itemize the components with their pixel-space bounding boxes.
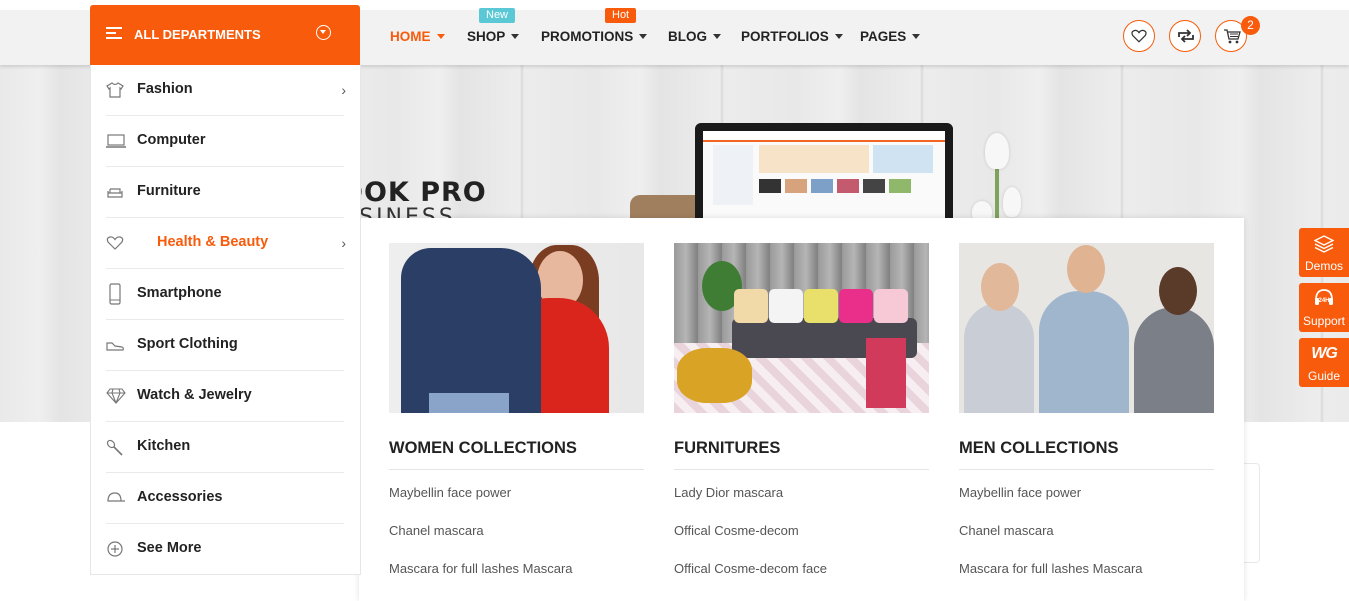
- hot-badge: Hot: [605, 8, 637, 23]
- side-label: Guide: [1307, 369, 1341, 383]
- diamond-icon: [106, 388, 126, 404]
- dept-item-accessories[interactable]: Accessories: [106, 473, 344, 524]
- laptop-image: [695, 123, 953, 218]
- nav-label: PORTFOLIOS: [741, 29, 829, 44]
- sofa-icon: [106, 184, 124, 200]
- hero-title: OOK PRO: [340, 177, 487, 208]
- tulip-image: [985, 133, 1009, 169]
- departments-list: Fashion › Computer Furniture Health & Be…: [90, 65, 361, 575]
- women-collection-image[interactable]: [389, 243, 644, 413]
- mega-link[interactable]: Chanel mascara: [959, 523, 1214, 546]
- wishlist-button[interactable]: [1123, 20, 1155, 52]
- mega-link[interactable]: Maybellin face power: [389, 485, 644, 508]
- dept-item-kitchen[interactable]: Kitchen: [106, 422, 344, 473]
- smartphone-icon: [106, 283, 124, 305]
- mega-menu-health-beauty: WOMEN COLLECTIONS Maybellin face power C…: [359, 218, 1244, 601]
- mega-column-men: MEN COLLECTIONS Maybellin face power Cha…: [959, 243, 1214, 584]
- mega-link[interactable]: Maybellin face power: [959, 485, 1214, 508]
- dept-item-label: Fashion: [137, 81, 193, 97]
- caret-down-icon: [912, 34, 921, 39]
- all-departments-label: ALL DEPARTMENTS: [134, 27, 261, 42]
- dept-item-label: Furniture: [137, 183, 201, 199]
- laptop-icon: [106, 133, 126, 149]
- mega-column-title[interactable]: MEN COLLECTIONS: [959, 439, 1214, 470]
- repeat-icon: [1178, 29, 1194, 43]
- nav-promotions[interactable]: PROMOTIONS: [541, 29, 648, 47]
- mega-link[interactable]: Chanel mascara: [389, 523, 644, 546]
- dept-item-label: Computer: [137, 132, 206, 148]
- background-panel-edge: [1244, 463, 1260, 563]
- nav-label: PAGES: [860, 29, 907, 44]
- nav-label: HOME: [390, 29, 431, 44]
- caret-down-icon: [511, 34, 520, 39]
- side-label: Demos: [1304, 259, 1343, 273]
- dept-item-label: See More: [137, 540, 202, 556]
- chevron-right-icon: ›: [341, 82, 346, 98]
- furnitures-image[interactable]: [674, 243, 929, 413]
- demos-button[interactable]: Demos: [1299, 228, 1349, 277]
- caret-down-icon: [713, 34, 721, 39]
- cap-icon: [106, 490, 125, 506]
- nav-label: SHOP: [467, 29, 506, 44]
- dept-item-sport-clothing[interactable]: Sport Clothing: [106, 320, 344, 371]
- caret-down-icon: [639, 34, 648, 39]
- dept-item-label: Watch & Jewelry: [137, 387, 252, 403]
- cart-icon: [1224, 29, 1241, 44]
- mega-column-title[interactable]: FURNITURES: [674, 439, 929, 470]
- heart-icon: [106, 235, 124, 251]
- caret-down-icon: [436, 34, 445, 39]
- dept-item-furniture[interactable]: Furniture: [106, 167, 344, 218]
- plus-circle-icon: [106, 541, 124, 557]
- mega-link[interactable]: Lady Dior mascara: [674, 485, 929, 508]
- mega-column-women: WOMEN COLLECTIONS Maybellin face power C…: [389, 243, 644, 584]
- dept-item-label: Sport Clothing: [137, 336, 238, 352]
- shoe-icon: [106, 337, 124, 353]
- nav-portfolios[interactable]: PORTFOLIOS: [741, 29, 843, 47]
- wg-logo-icon: WG: [1311, 345, 1338, 362]
- support-button[interactable]: 24H Support: [1299, 283, 1349, 332]
- guide-button[interactable]: WG Guide: [1299, 338, 1349, 387]
- mega-column-title[interactable]: WOMEN COLLECTIONS: [389, 439, 644, 470]
- dept-item-see-more[interactable]: See More: [106, 524, 344, 574]
- support-icon-text: 24H: [1318, 298, 1329, 304]
- nav-blog[interactable]: BLOG: [668, 29, 721, 47]
- new-badge: New: [479, 8, 516, 23]
- heart-icon: [1131, 29, 1147, 43]
- dept-item-label: Kitchen: [137, 438, 191, 454]
- men-collection-image[interactable]: [959, 243, 1214, 413]
- shirt-icon: [106, 82, 124, 98]
- mega-link[interactable]: Offical Cosme-decom face: [674, 561, 929, 584]
- headset-24h-icon: 24H: [1315, 289, 1333, 305]
- nav-shop[interactable]: SHOP: [467, 29, 520, 47]
- dept-item-smartphone[interactable]: Smartphone: [106, 269, 344, 320]
- dept-item-fashion[interactable]: Fashion ›: [106, 65, 346, 116]
- dept-item-watch-jewelry[interactable]: Watch & Jewelry: [106, 371, 344, 422]
- all-departments-button[interactable]: ALL DEPARTMENTS: [90, 5, 360, 65]
- caret-down-icon: [834, 34, 843, 39]
- nav-label: PROMOTIONS: [541, 29, 634, 44]
- dept-item-health-beauty[interactable]: Health & Beauty ›: [106, 218, 346, 269]
- nav-label: BLOG: [668, 29, 707, 44]
- mega-link[interactable]: Mascara for full lashes Mascara: [389, 561, 644, 584]
- dept-item-label: Smartphone: [137, 285, 222, 301]
- mega-link[interactable]: Offical Cosme-decom: [674, 523, 929, 546]
- chevron-right-icon: ›: [341, 235, 346, 251]
- mega-link[interactable]: Mascara for full lashes Mascara: [959, 561, 1214, 584]
- side-label: Support: [1302, 314, 1346, 328]
- menu-icon: [106, 27, 122, 39]
- spoon-icon: [106, 439, 124, 456]
- compare-button[interactable]: [1169, 20, 1201, 52]
- tulip-image: [1003, 187, 1021, 217]
- chevron-down-circle-icon: [316, 25, 331, 40]
- dept-item-computer[interactable]: Computer: [106, 116, 344, 167]
- nav-home[interactable]: HOME: [390, 29, 445, 47]
- nav-pages[interactable]: PAGES: [860, 29, 921, 47]
- dept-item-label: Health & Beauty: [157, 234, 269, 250]
- layers-icon: [1314, 235, 1334, 253]
- cart-count-badge: 2: [1241, 16, 1260, 35]
- mega-column-furnitures: FURNITURES Lady Dior mascara Offical Cos…: [674, 243, 929, 584]
- tulip-stem: [995, 165, 999, 225]
- dept-item-label: Accessories: [137, 489, 223, 505]
